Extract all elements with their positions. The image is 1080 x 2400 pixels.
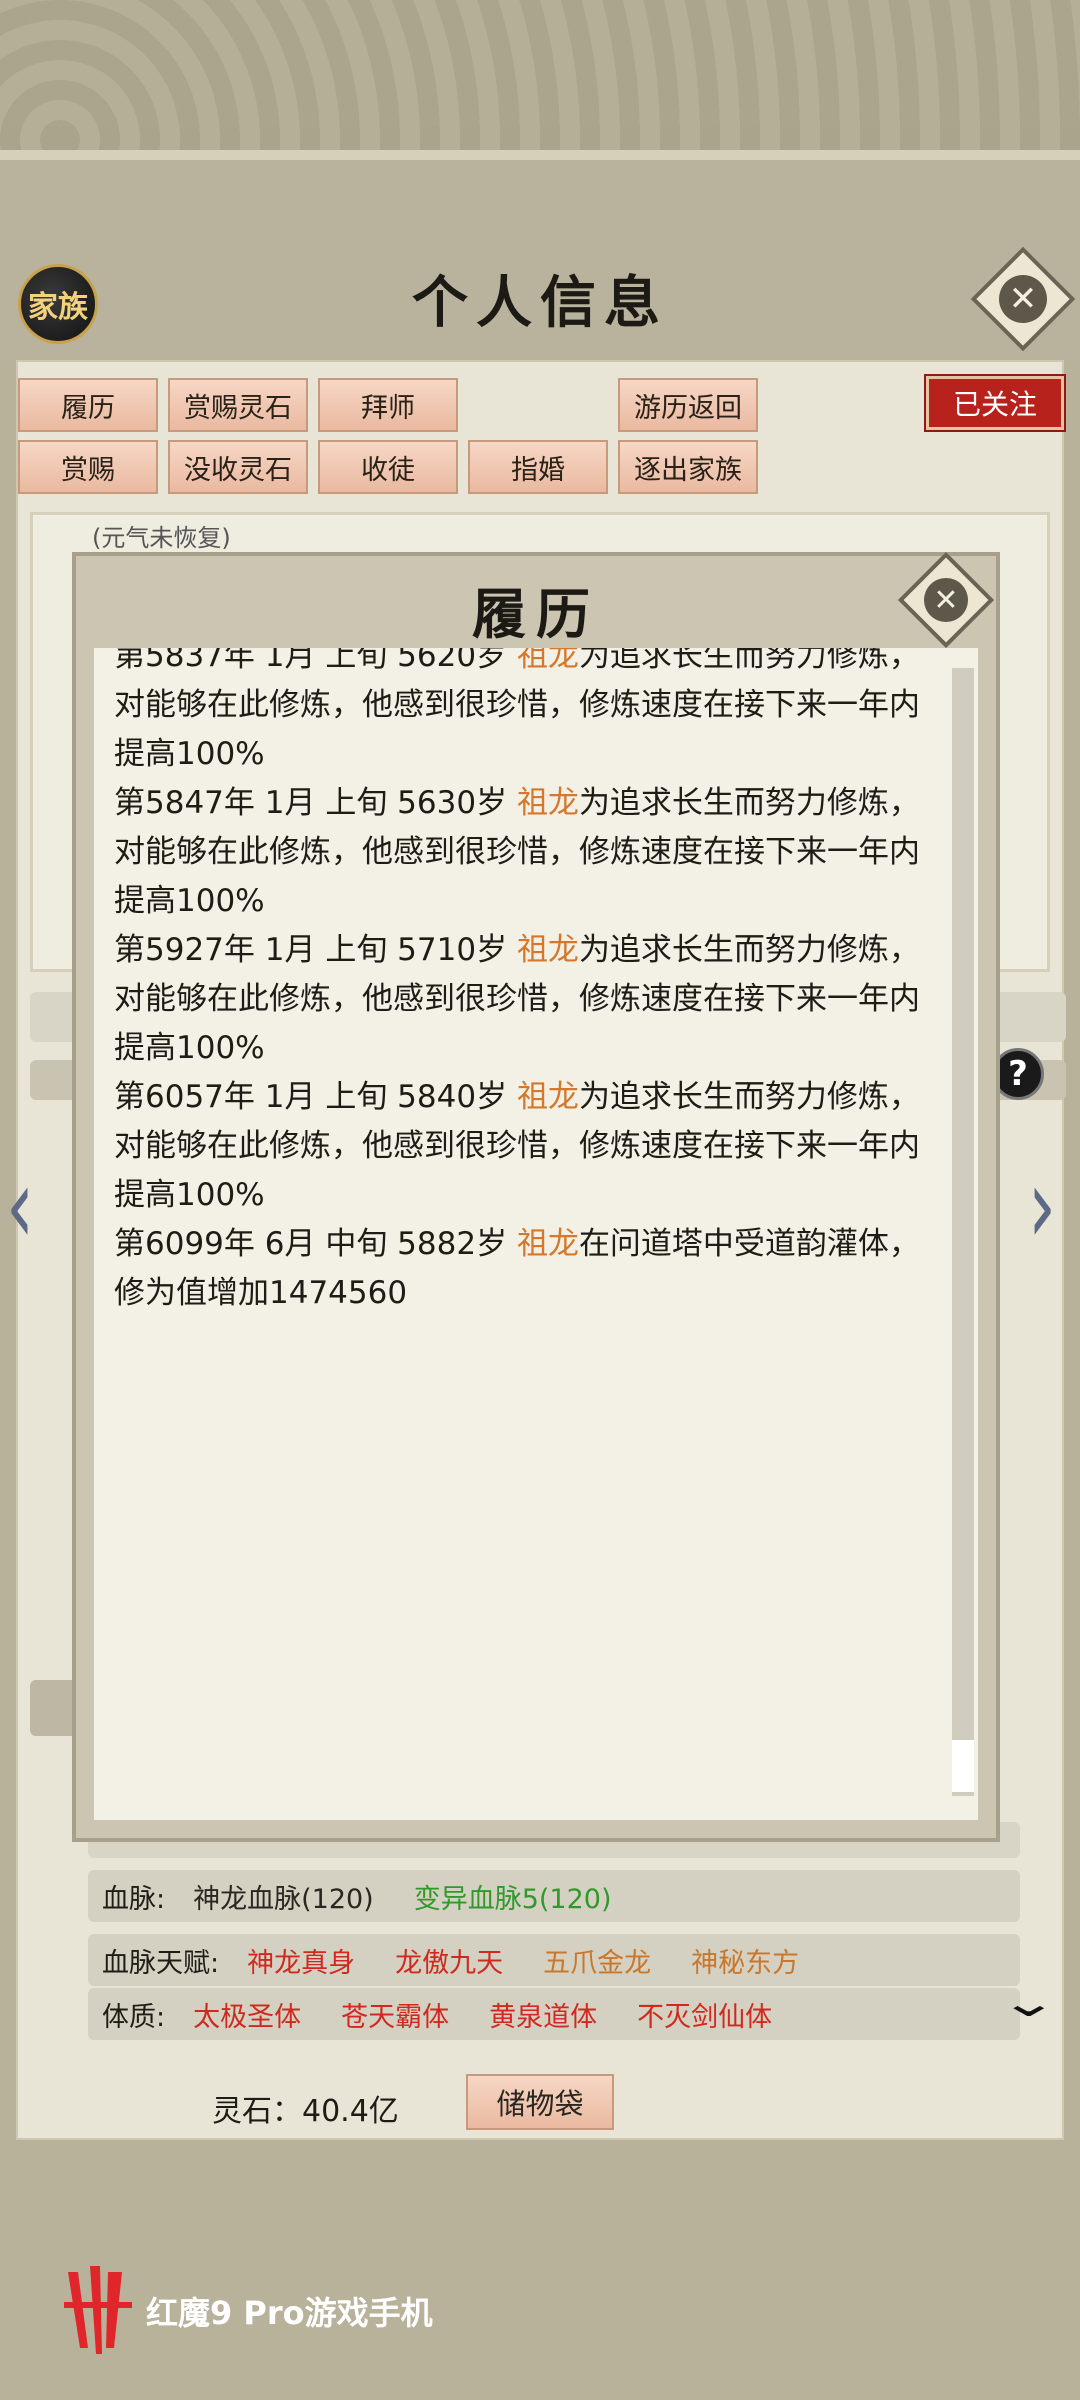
footer-area <box>0 2148 1080 2400</box>
history-log-list: 第5837年 1月 上旬 5620岁 祖龙为追求长生而努力修炼，对能够在此修炼，… <box>114 648 944 1318</box>
bloodline-talent-value: 神秘东方 <box>691 1947 800 1979</box>
confiscate-stones-button[interactable]: 没收灵石 <box>168 440 308 494</box>
physique-row: 体质: 太极圣体 苍天霸体 黄泉道体 不灭剑仙体 <box>88 1988 1020 2040</box>
page-title: 个人信息 <box>412 270 668 336</box>
history-entry: 第5847年 1月 上旬 5630岁 祖龙为追求长生而努力修炼，对能够在此修炼，… <box>114 785 920 919</box>
physique-value: 黄泉道体 <box>489 2001 598 2033</box>
physique-value: 不灭剑仙体 <box>637 2001 773 2033</box>
history-button[interactable]: 履历 <box>18 378 158 432</box>
history-log[interactable]: 第5837年 1月 上旬 5620岁 祖龙为追求长生而努力修炼，对能够在此修炼，… <box>94 648 978 1820</box>
scrollbar-track[interactable] <box>952 668 974 1796</box>
history-entry: 第5927年 1月 上旬 5710岁 祖龙为追求长生而努力修炼，对能够在此修炼，… <box>114 932 920 1066</box>
decorative-top-band <box>0 0 1080 160</box>
close-icon: ✕ <box>999 275 1047 323</box>
bloodline-talent-value: 龙傲九天 <box>395 1947 504 1979</box>
bloodline-label: 血脉: <box>102 1883 166 1915</box>
arrange-marriage-button[interactable]: 指婚 <box>468 440 608 494</box>
physique-value: 苍天霸体 <box>341 2001 450 2033</box>
spirit-stones-count: 灵石：40.4亿 <box>212 2094 399 2129</box>
physique-value: 太极圣体 <box>193 2001 302 2033</box>
red-magic-logo-icon <box>64 2266 132 2354</box>
close-icon: ✕ <box>924 578 968 622</box>
chevron-down-icon[interactable]: ⌄ <box>999 1980 1059 2026</box>
reward-stones-button[interactable]: 赏赐灵石 <box>168 378 308 432</box>
bloodline-row: 血脉: 神龙血脉(120) 变异血脉5(120) <box>88 1870 1020 1922</box>
bloodline-talent-label: 血脉天赋: <box>102 1947 220 1979</box>
physique-label: 体质: <box>102 2001 166 2033</box>
bloodline-talent-value: 神龙真身 <box>247 1947 356 1979</box>
device-watermark: 红魔9 Pro游戏手机 <box>146 2294 433 2332</box>
followed-badge[interactable]: 已关注 <box>924 374 1066 432</box>
reward-button[interactable]: 赏赐 <box>18 440 158 494</box>
bloodline-talent-value: 五爪金龙 <box>543 1947 652 1979</box>
bloodline-talent-row: 血脉天赋: 神龙真身 龙傲九天 五爪金龙 神秘东方 <box>88 1934 1020 1986</box>
history-entry: 第5837年 1月 上旬 5620岁 祖龙为追求长生而努力修炼，对能够在此修炼，… <box>114 648 920 772</box>
expel-from-family-button[interactable]: 逐出家族 <box>618 440 758 494</box>
take-apprentice-button[interactable]: 收徒 <box>318 440 458 494</box>
chevron-right-icon[interactable]: › <box>1028 1145 1056 1268</box>
bloodline-value: 变异血脉5(120) <box>413 1883 612 1915</box>
scrollbar-thumb[interactable] <box>952 1740 974 1792</box>
become-disciple-button[interactable]: 拜师 <box>318 378 458 432</box>
modal-title: 履历 <box>472 582 600 646</box>
storage-bag-button[interactable]: 储物袋 <box>466 2074 614 2130</box>
qi-status-text: (元气未恢复) <box>92 524 231 552</box>
history-entry: 第6099年 6月 中旬 5882岁 祖龙在问道塔中受道韵灌体，修为值增加147… <box>114 1226 920 1311</box>
travel-return-button[interactable]: 游历返回 <box>618 378 758 432</box>
chevron-left-icon[interactable]: ‹ <box>6 1145 34 1268</box>
bloodline-value: 神龙血脉(120) <box>193 1883 374 1915</box>
history-entry: 第6057年 1月 上旬 5840岁 祖龙为追求长生而努力修炼，对能够在此修炼，… <box>114 1079 920 1213</box>
